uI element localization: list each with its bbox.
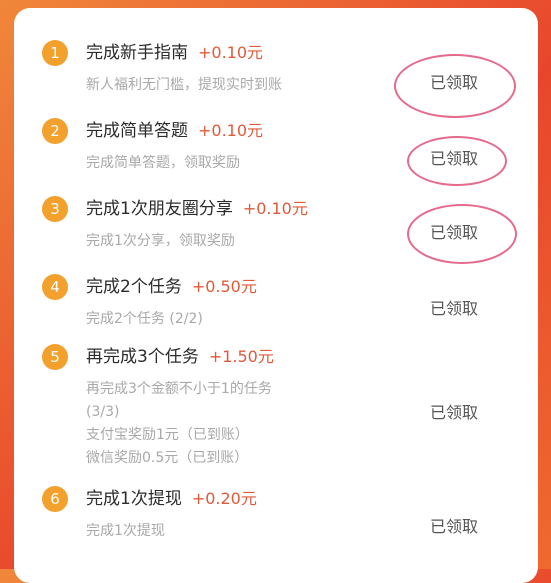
task-number-badge: 6 — [42, 486, 68, 512]
task-description: 再完成3个金额不小于1的任务 (3/3) 支付宝奖励1元（已到账） 微信奖励0.… — [86, 378, 386, 470]
claimed-status-button[interactable]: 已领取 — [394, 298, 514, 322]
task-list-card: 1 完成新手指南 +0.10元 新人福利无门槛，提现实时到账 已领取 2 完成简单… — [14, 8, 538, 583]
task-description-line: 微信奖励0.5元（已到账） — [86, 450, 249, 466]
claimed-status-button[interactable]: 已领取 — [394, 516, 514, 540]
task-description-line: 完成2个任务 (2/2) — [86, 311, 203, 327]
task-reward: +1.50元 — [208, 347, 274, 366]
task-reward: +0.10元 — [198, 121, 264, 140]
task-reward: +0.20元 — [191, 489, 257, 508]
task-title: 完成简单答题 — [86, 121, 188, 141]
task-description: 完成简单答题，领取奖励 — [86, 152, 386, 175]
task-description: 新人福利无门槛，提现实时到账 — [86, 74, 386, 97]
task-title-row: 再完成3个任务 +1.50元 — [86, 344, 274, 370]
task-title-row: 完成2个任务 +0.50元 — [86, 274, 257, 300]
task-number-badge: 1 — [42, 40, 68, 66]
task-description-line: 再完成3个金额不小于1的任务 — [86, 381, 272, 397]
claimed-status-button[interactable]: 已领取 — [394, 402, 514, 426]
task-number-badge: 4 — [42, 274, 68, 300]
task-reward: +0.50元 — [191, 277, 257, 296]
claimed-status-button[interactable]: 已领取 — [394, 148, 514, 172]
task-description-line: 新人福利无门槛，提现实时到账 — [86, 77, 282, 93]
task-description-line: (3/3) — [86, 404, 120, 420]
task-title: 完成1次朋友圈分享 — [86, 199, 233, 219]
task-number-badge: 2 — [42, 118, 68, 144]
task-title: 再完成3个任务 — [86, 347, 199, 367]
task-reward: +0.10元 — [198, 43, 264, 62]
task-title-row: 完成1次朋友圈分享 +0.10元 — [86, 196, 308, 222]
claimed-status-button[interactable]: 已领取 — [394, 222, 514, 246]
task-number-badge: 3 — [42, 196, 68, 222]
task-description: 完成1次提现 — [86, 520, 386, 543]
task-description: 完成1次分享，领取奖励 — [86, 230, 386, 253]
task-description-line: 完成1次提现 — [86, 523, 165, 539]
task-description: 完成2个任务 (2/2) — [86, 308, 386, 331]
task-title-row: 完成简单答题 +0.10元 — [86, 118, 263, 144]
task-description-line: 完成1次分享，领取奖励 — [86, 233, 235, 249]
task-title: 完成2个任务 — [86, 277, 182, 297]
task-reward: +0.10元 — [242, 199, 308, 218]
task-title-row: 完成新手指南 +0.10元 — [86, 40, 263, 66]
task-description-line: 完成简单答题，领取奖励 — [86, 155, 240, 171]
task-title: 完成新手指南 — [86, 43, 188, 63]
task-title: 完成1次提现 — [86, 489, 182, 509]
claimed-status-button[interactable]: 已领取 — [394, 72, 514, 96]
task-title-row: 完成1次提现 +0.20元 — [86, 486, 257, 512]
task-description-line: 支付宝奖励1元（已到账） — [86, 427, 249, 443]
task-number-badge: 5 — [42, 344, 68, 370]
